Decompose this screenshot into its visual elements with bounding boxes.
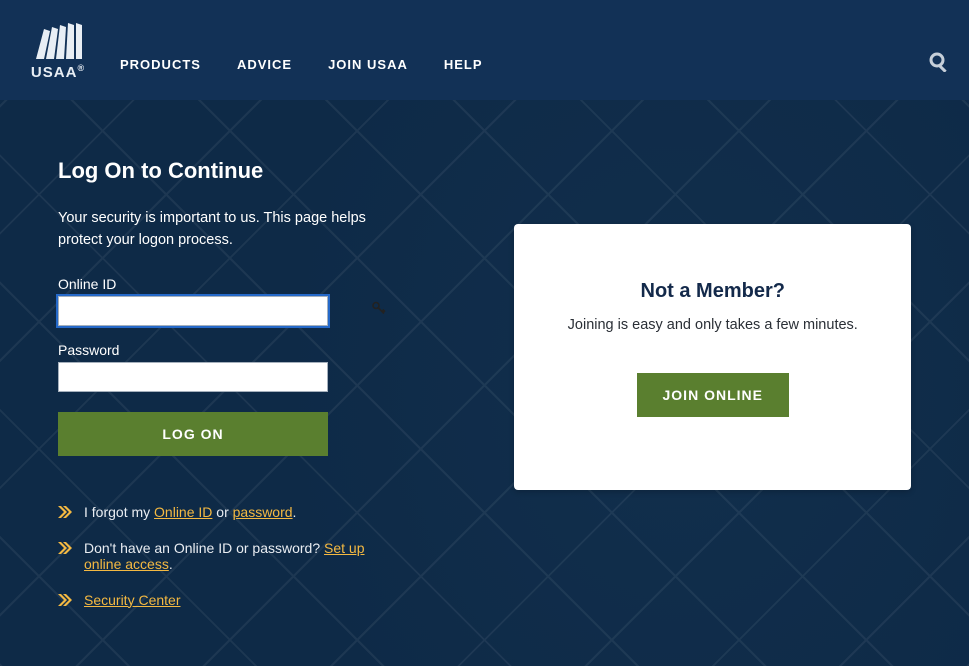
not-member-card: Not a Member? Joining is easy and only t… bbox=[514, 224, 911, 490]
login-panel: Log On to Continue Your security is impo… bbox=[58, 140, 394, 628]
forgot-online-id-link[interactable]: Online ID bbox=[154, 504, 212, 520]
forgot-password-link[interactable]: password bbox=[233, 504, 293, 520]
chevron-right-icon bbox=[58, 505, 72, 519]
forgot-row: I forgot my Online ID or password. bbox=[58, 504, 394, 520]
main-content: Log On to Continue Your security is impo… bbox=[0, 100, 969, 666]
header-bar: USAA® PRODUCTS ADVICE JOIN USAA HELP bbox=[0, 0, 969, 100]
security-center-link[interactable]: Security Center bbox=[84, 592, 180, 608]
card-text: Joining is easy and only takes a few min… bbox=[546, 317, 879, 333]
setup-row: Don't have an Online ID or password? Set… bbox=[58, 540, 394, 572]
page-subtitle: Your security is important to us. This p… bbox=[58, 208, 378, 252]
brand-logo[interactable]: USAA® bbox=[30, 19, 86, 81]
card-title: Not a Member? bbox=[546, 280, 879, 303]
password-input[interactable] bbox=[58, 362, 328, 392]
online-id-input[interactable] bbox=[58, 296, 328, 326]
setup-text: Don't have an Online ID or password? Set… bbox=[84, 540, 394, 572]
join-online-button[interactable]: JOIN ONLINE bbox=[637, 373, 789, 417]
chevron-right-icon bbox=[58, 593, 72, 607]
nav-join-usaa[interactable]: JOIN USAA bbox=[328, 57, 408, 72]
chevron-right-icon bbox=[58, 541, 72, 555]
online-id-label: Online ID bbox=[58, 276, 394, 292]
nav-advice[interactable]: ADVICE bbox=[237, 57, 292, 72]
search-icon[interactable] bbox=[929, 52, 949, 77]
brand-name: USAA® bbox=[31, 63, 85, 81]
eagle-logo-icon bbox=[30, 19, 86, 61]
forgot-text: I forgot my Online ID or password. bbox=[84, 504, 296, 520]
password-label: Password bbox=[58, 342, 394, 358]
primary-nav: PRODUCTS ADVICE JOIN USAA HELP bbox=[120, 57, 483, 72]
key-icon bbox=[372, 301, 386, 320]
nav-products[interactable]: PRODUCTS bbox=[120, 57, 201, 72]
page-title: Log On to Continue bbox=[58, 158, 394, 184]
logon-button[interactable]: LOG ON bbox=[58, 412, 328, 456]
security-center-row: Security Center bbox=[58, 592, 394, 608]
nav-help[interactable]: HELP bbox=[444, 57, 483, 72]
